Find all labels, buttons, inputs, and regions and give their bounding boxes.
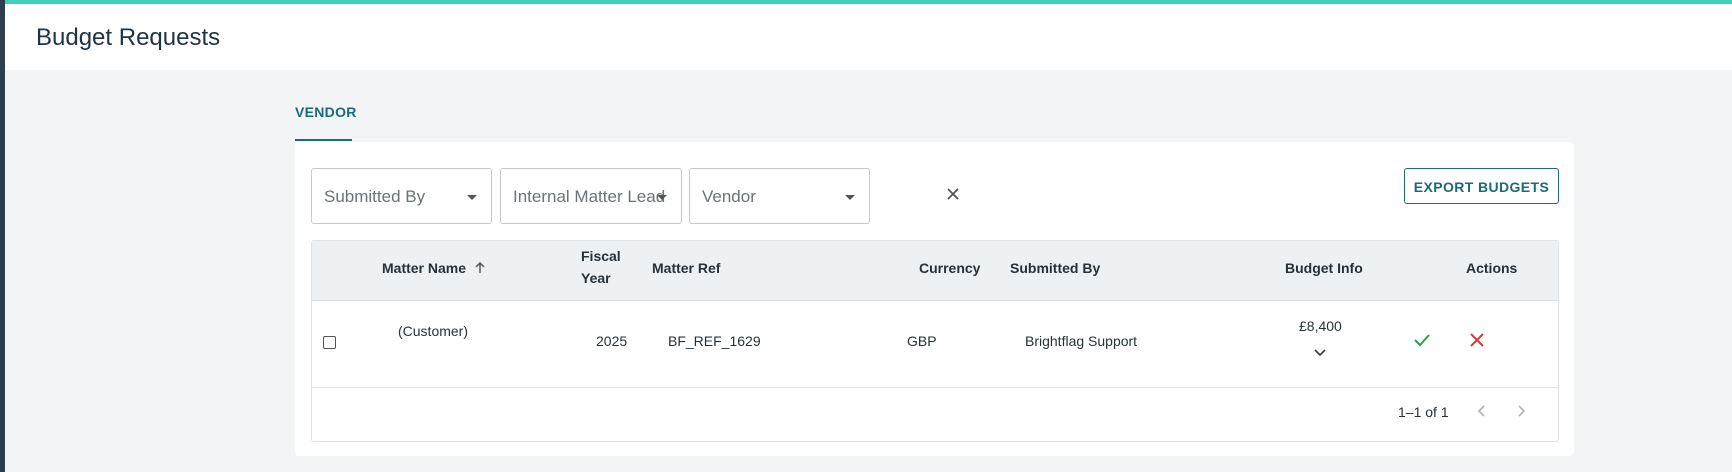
tab-vendor[interactable]: VENDOR	[295, 104, 357, 142]
column-header-fiscal-year-line2: Year	[581, 270, 611, 286]
column-header-matter-name[interactable]: Matter Name	[382, 260, 487, 276]
check-icon	[1414, 334, 1430, 347]
column-header-matter-ref[interactable]: Matter Ref	[652, 260, 720, 276]
submitted-by-filter[interactable]: Submitted By	[311, 168, 492, 224]
column-header-matter-name-label: Matter Name	[382, 260, 467, 276]
budget-requests-table: Matter Name Fiscal Year Matter Ref Curre…	[311, 240, 1559, 442]
redacted-text	[472, 323, 519, 339]
clear-filters-button[interactable]	[941, 182, 965, 206]
approve-button[interactable]	[1411, 329, 1433, 351]
close-icon	[947, 188, 959, 200]
vendor-filter-label: Vendor	[702, 187, 756, 206]
sort-ascending-icon	[475, 261, 485, 273]
previous-page-button[interactable]	[1472, 401, 1492, 421]
matter-name-text: (Customer)	[398, 323, 469, 339]
row-select-checkbox[interactable]	[323, 336, 336, 349]
column-header-fiscal-year-line1: Fiscal	[581, 248, 621, 264]
matter-ref-cell: BF_REF_1629	[668, 333, 761, 349]
column-header-budget-info[interactable]: Budget Info	[1285, 260, 1363, 276]
submitted-by-filter-label: Submitted By	[324, 187, 426, 206]
redacted-text	[412, 342, 420, 358]
close-icon	[1470, 333, 1484, 347]
next-page-button[interactable]	[1511, 401, 1531, 421]
table-row: (Customer) 2025 BF_REF_1629 GBP Brightfl…	[312, 300, 1558, 388]
chevron-right-icon	[1518, 405, 1526, 417]
column-header-currency[interactable]: Currency	[919, 260, 980, 276]
table-header-row: Matter Name Fiscal Year Matter Ref Curre…	[312, 241, 1558, 301]
matter-name-cell[interactable]: (Customer)	[398, 323, 519, 339]
page-title: Budget Requests	[36, 24, 221, 51]
active-tab-indicator	[295, 139, 352, 141]
submitted-by-cell: Brightflag Support	[1025, 333, 1138, 349]
column-header-submitted-by[interactable]: Submitted By	[1010, 260, 1100, 276]
matter-name-redacted-line	[412, 342, 420, 358]
column-header-actions: Actions	[1466, 260, 1518, 276]
vendor-filter[interactable]: Vendor	[689, 168, 870, 224]
currency-cell: GBP	[907, 333, 937, 349]
column-header-fiscal-year[interactable]: Fiscal Year	[581, 248, 621, 286]
budget-info-amount: £8,400	[1299, 318, 1342, 334]
dropdown-arrow-icon	[845, 195, 855, 200]
export-budgets-button[interactable]: EXPORT BUDGETS	[1404, 168, 1559, 204]
pagination-range: 1–1 of 1	[1398, 404, 1449, 420]
budget-requests-card: Submitted By Internal Matter Lead Vendor…	[295, 142, 1574, 456]
internal-matter-lead-filter[interactable]: Internal Matter Lead	[500, 168, 682, 224]
chevron-left-icon	[1477, 405, 1485, 417]
left-nav-rail	[0, 0, 5, 472]
fiscal-year-cell: 2025	[596, 333, 628, 349]
reject-button[interactable]	[1466, 329, 1488, 351]
internal-matter-lead-filter-label: Internal Matter Lead	[513, 187, 666, 206]
expand-budget-info-button[interactable]	[1310, 342, 1330, 362]
chevron-down-icon	[1314, 349, 1326, 357]
page-header: Budget Requests	[5, 4, 1732, 70]
dropdown-arrow-icon	[657, 195, 667, 200]
dropdown-arrow-icon	[467, 195, 477, 200]
